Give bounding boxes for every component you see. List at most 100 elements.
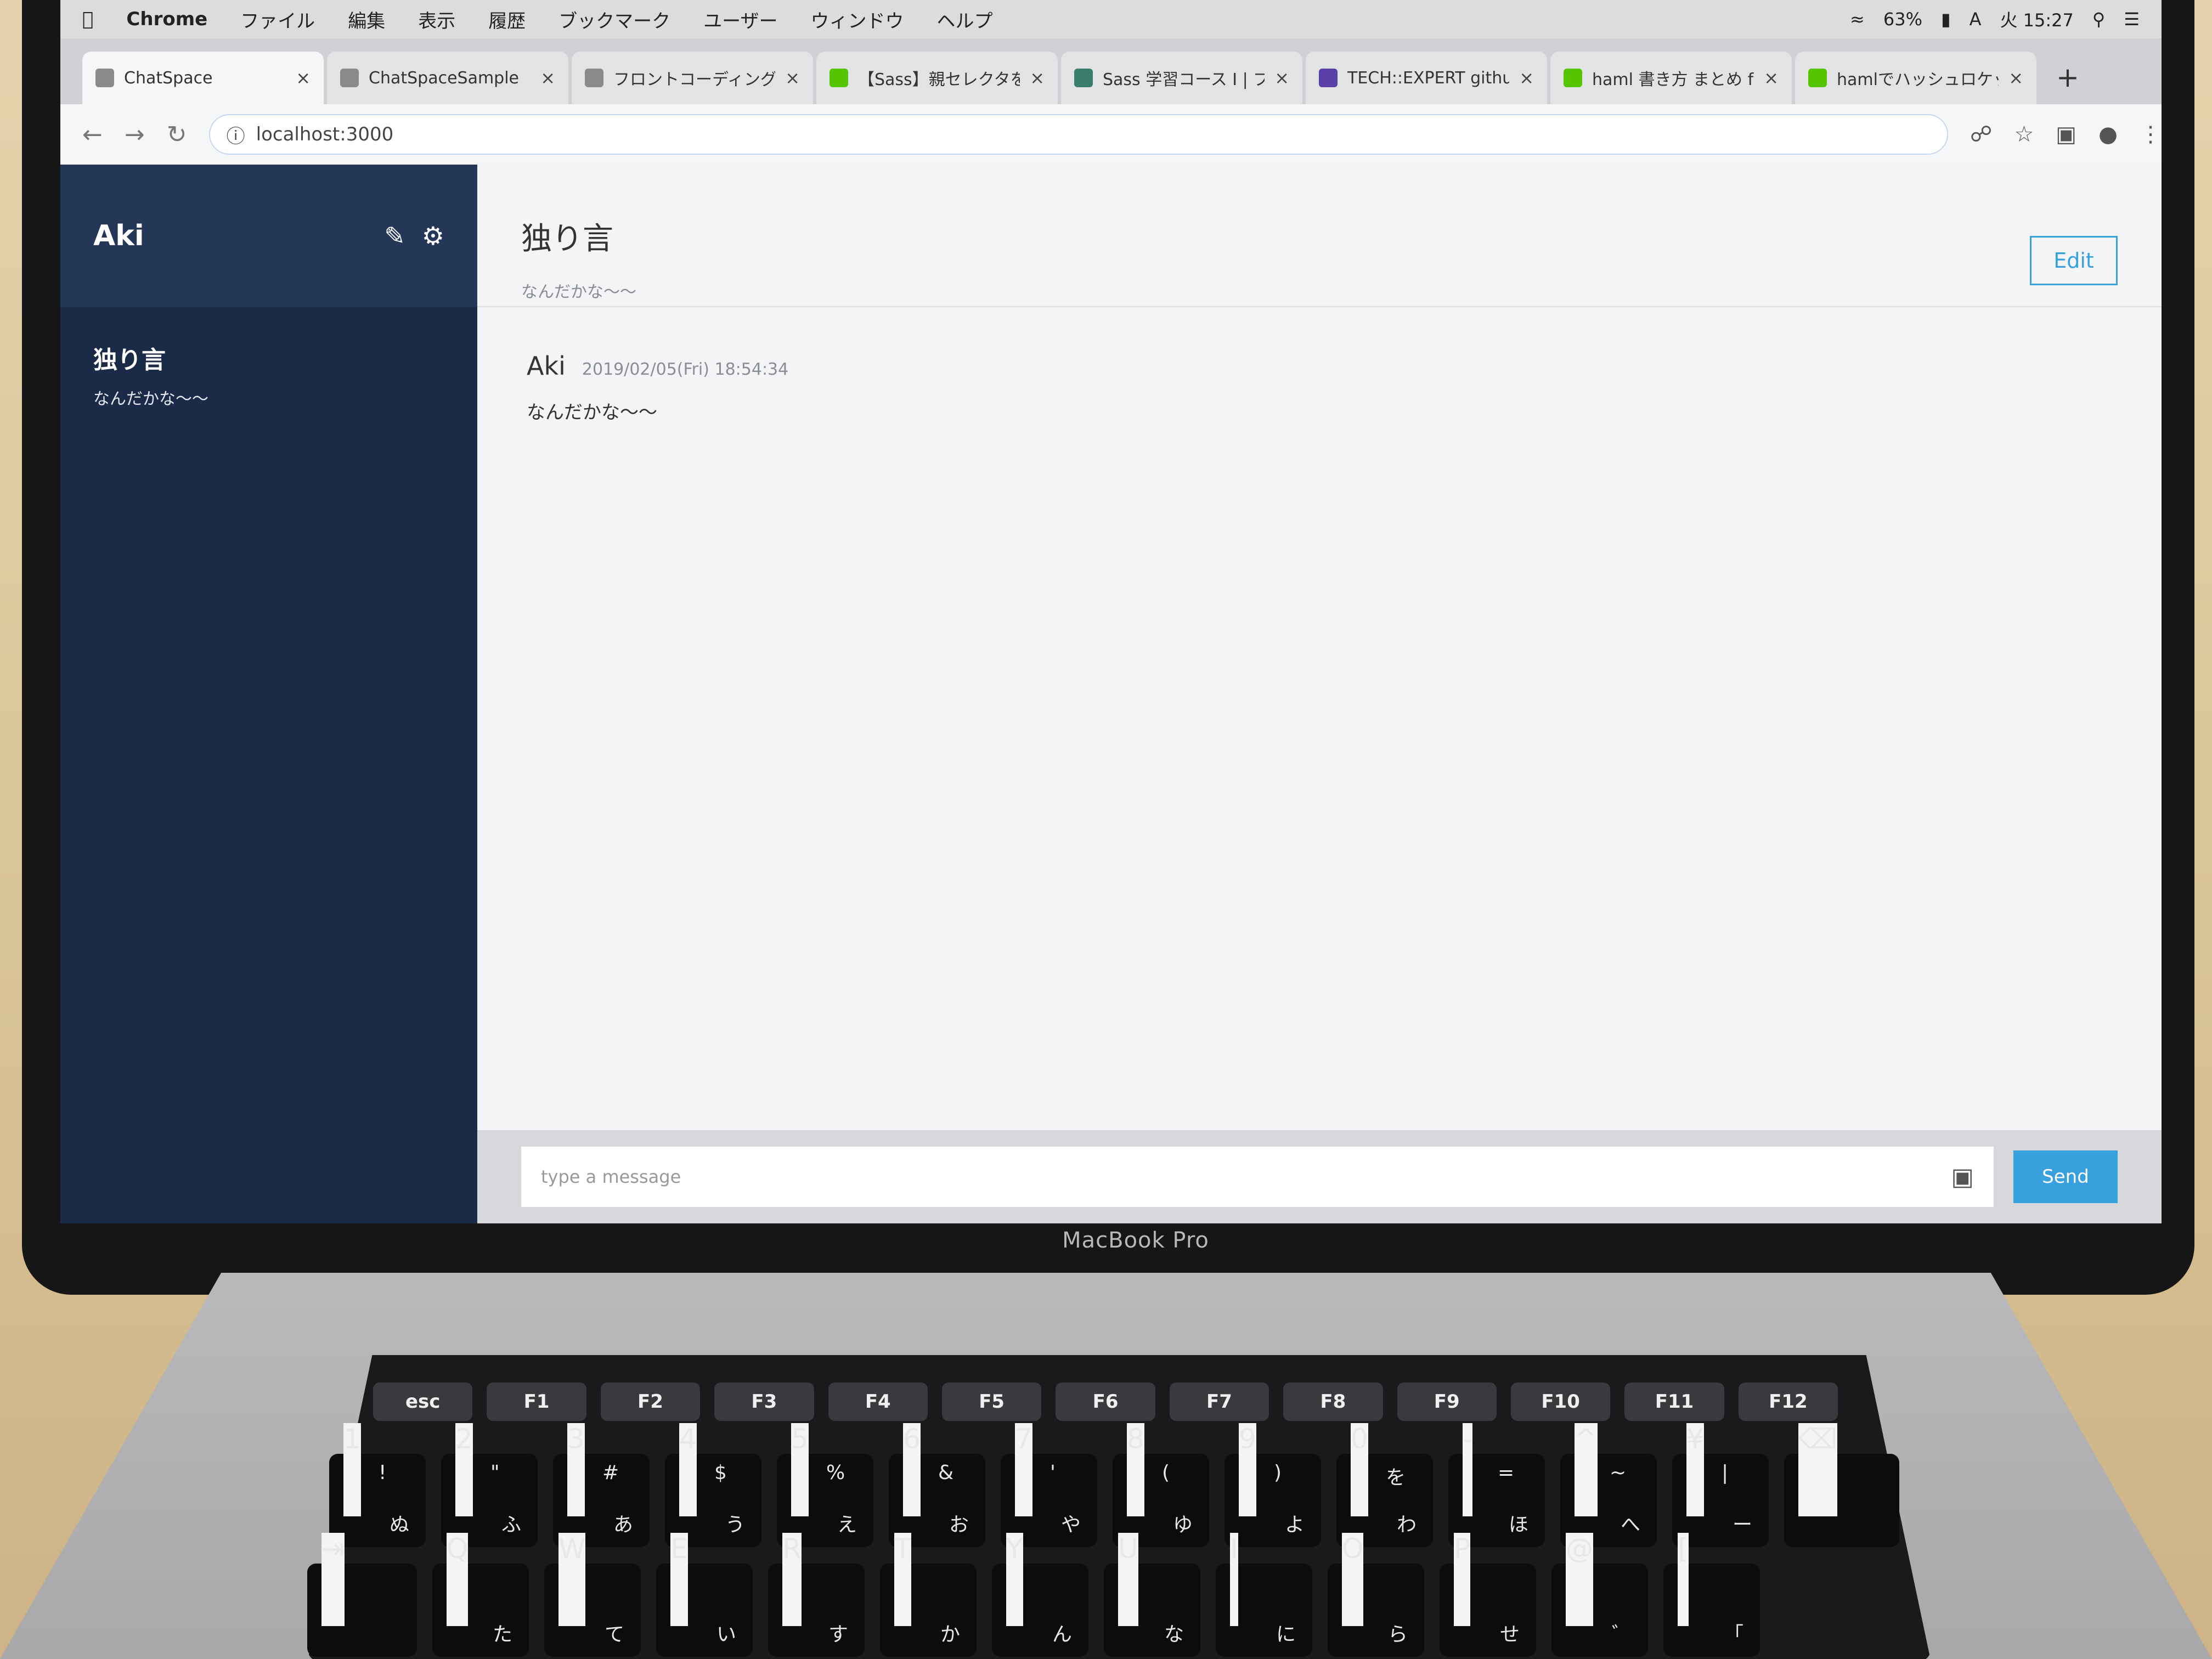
key-kana: な — [1164, 1623, 1184, 1646]
close-icon[interactable]: × — [1519, 67, 1534, 88]
browser-toolbar: ← → ↻ ⓘ localhost:3000 ☍ ☆ ▣ ● ⋮ — [60, 104, 2162, 165]
touchbar-key-f6[interactable]: F6 — [1056, 1383, 1155, 1421]
key-t[interactable]: Tか — [880, 1533, 977, 1657]
clock[interactable]: 火 15:27 — [2000, 7, 2073, 32]
menu-help[interactable]: ヘルプ — [937, 6, 993, 33]
tab-chatspacesample[interactable]: ChatSpaceSample × — [327, 52, 568, 104]
close-icon[interactable]: × — [1030, 67, 1045, 88]
close-icon[interactable]: × — [785, 67, 800, 88]
touchbar-key-f9[interactable]: F9 — [1397, 1383, 1497, 1421]
menu-edit[interactable]: 編集 — [348, 6, 385, 33]
new-tab-button[interactable]: + — [2040, 61, 2096, 104]
message-input-placeholder[interactable]: type a message — [541, 1166, 681, 1187]
key-kana: わ — [1397, 1514, 1417, 1536]
image-upload-icon[interactable]: ▣ — [1951, 1163, 1974, 1191]
menu-view[interactable]: 表示 — [418, 6, 455, 33]
key-y[interactable]: Yん — [992, 1533, 1088, 1657]
key-o[interactable]: Oら — [1328, 1533, 1424, 1657]
key-label: 7 — [1015, 1423, 1032, 1516]
close-icon[interactable]: × — [1274, 67, 1289, 88]
tab-sass-course[interactable]: Sass 学習コース I | プロ × — [1061, 52, 1302, 104]
battery-icon[interactable]: ▮ — [1941, 9, 1951, 30]
reload-icon[interactable]: ↻ — [167, 121, 187, 149]
key-9[interactable]: ) 9 よ — [1224, 1423, 1321, 1547]
touchbar-key-f2[interactable]: F2 — [600, 1383, 701, 1421]
forward-icon[interactable]: → — [125, 121, 145, 149]
touchbar-key-f8[interactable]: F8 — [1283, 1383, 1383, 1421]
touchbar-key-f1[interactable]: F1 — [487, 1383, 586, 1421]
url-text[interactable]: localhost:3000 — [256, 123, 394, 145]
group-item-name[interactable]: 独り言 — [93, 340, 444, 375]
touchbar-key-f11[interactable]: F11 — [1624, 1383, 1724, 1421]
address-bar[interactable]: ⓘ localhost:3000 — [208, 114, 1948, 155]
key-label: @ — [1566, 1533, 1593, 1626]
tab-haml-hashrocket[interactable]: hamlでハッシュロケット × — [1795, 52, 2036, 104]
key-label: 9 — [1239, 1423, 1256, 1516]
group-item[interactable]: 独り言 なんだかな〜〜 — [93, 340, 444, 409]
tab-sass-parent[interactable]: 【Sass】親セレクタを参 × — [816, 52, 1058, 104]
new-group-icon[interactable]: ✎ — [384, 221, 405, 251]
key-label: O — [1342, 1533, 1364, 1626]
menu-window[interactable]: ウィンドウ — [811, 6, 904, 33]
key-bracket[interactable]: [「 — [1663, 1533, 1760, 1657]
tab-techexpert-github[interactable]: TECH::EXPERT github × — [1306, 52, 1547, 104]
github-icon — [585, 69, 603, 87]
touchbar-key-f7[interactable]: F7 — [1169, 1383, 1269, 1421]
key-r[interactable]: Rす — [768, 1533, 865, 1657]
menu-file[interactable]: ファイル — [240, 6, 315, 33]
more-menu-icon[interactable]: ⋮ — [2140, 122, 2162, 147]
menubar-app-name[interactable]: Chrome — [126, 8, 207, 30]
back-icon[interactable]: ← — [82, 121, 103, 149]
delete-key[interactable]: ⌫ — [1784, 1423, 1899, 1547]
key-p[interactable]: Pせ — [1440, 1533, 1536, 1657]
key-kana: た — [493, 1623, 513, 1646]
spotlight-icon[interactable]: ⚲ — [2092, 9, 2105, 30]
key-at[interactable]: @ ゛ — [1551, 1533, 1648, 1657]
current-user-name: Aki — [93, 219, 144, 252]
key-w[interactable]: Wて — [544, 1533, 641, 1657]
key-symbol: ( — [1162, 1462, 1170, 1484]
key-kana: あ — [613, 1514, 634, 1536]
key-label: - — [1463, 1423, 1473, 1516]
message-input[interactable]: type a message ▣ — [521, 1147, 1994, 1207]
key-q[interactable]: Qた — [432, 1533, 529, 1657]
touchbar-key-f3[interactable]: F3 — [714, 1383, 814, 1421]
close-icon[interactable]: × — [540, 67, 555, 88]
menu-bookmarks[interactable]: ブックマーク — [558, 6, 670, 33]
touchbar-key-f4[interactable]: F4 — [828, 1383, 928, 1421]
touchbar-key-f5[interactable]: F5 — [941, 1383, 1042, 1421]
key-u[interactable]: Uな — [1104, 1533, 1200, 1657]
info-icon[interactable]: ⓘ — [227, 121, 245, 148]
key-symbol: & — [938, 1462, 954, 1484]
key-symbol: # — [602, 1462, 619, 1484]
touchbar-key-esc[interactable]: esc — [373, 1383, 473, 1421]
key-e[interactable]: Eい — [656, 1533, 753, 1657]
touchbar-key-f10[interactable]: F10 — [1510, 1383, 1611, 1421]
close-icon[interactable]: × — [1764, 67, 1779, 88]
apple-icon[interactable]:  — [82, 8, 93, 30]
menu-user[interactable]: ユーザー — [703, 6, 777, 33]
edit-button[interactable]: Edit — [2030, 236, 2118, 285]
tab-key[interactable]: ⇥ — [307, 1533, 417, 1657]
input-mode[interactable]: A — [1970, 9, 1982, 30]
close-icon[interactable]: × — [296, 67, 311, 88]
close-icon[interactable]: × — [2008, 67, 2023, 88]
key-symbol: ! — [379, 1462, 387, 1484]
extension-icon[interactable]: ▣ — [2056, 122, 2076, 147]
touchbar-key-f12[interactable]: F12 — [1738, 1383, 1838, 1421]
wifi-icon[interactable]: ≈ — [1850, 9, 1865, 30]
menu-history[interactable]: 履歴 — [488, 6, 526, 33]
gear-icon[interactable]: ⚙ — [422, 221, 444, 251]
tab-chatspace[interactable]: ChatSpace × — [82, 52, 324, 104]
battery-percent[interactable]: 63% — [1883, 9, 1922, 30]
tab-front-coding[interactable]: フロントコーディング by × — [572, 52, 813, 104]
send-button[interactable]: Send — [2013, 1150, 2118, 1203]
key-symbol: = — [1498, 1462, 1515, 1484]
translate-icon[interactable]: ☍ — [1970, 122, 1993, 147]
menu-list-icon[interactable]: ☰ — [2124, 9, 2140, 30]
key-i[interactable]: Iに — [1216, 1533, 1312, 1657]
tab-haml-summary[interactable]: haml 書き方 まとめ for R × — [1550, 52, 1792, 104]
profile-avatar[interactable]: ● — [2098, 122, 2118, 147]
chat-main: 独り言 なんだかな〜〜 Edit Aki 2019/02/05(Fri) 18:… — [477, 165, 2162, 1223]
bookmark-star-icon[interactable]: ☆ — [2014, 122, 2034, 147]
